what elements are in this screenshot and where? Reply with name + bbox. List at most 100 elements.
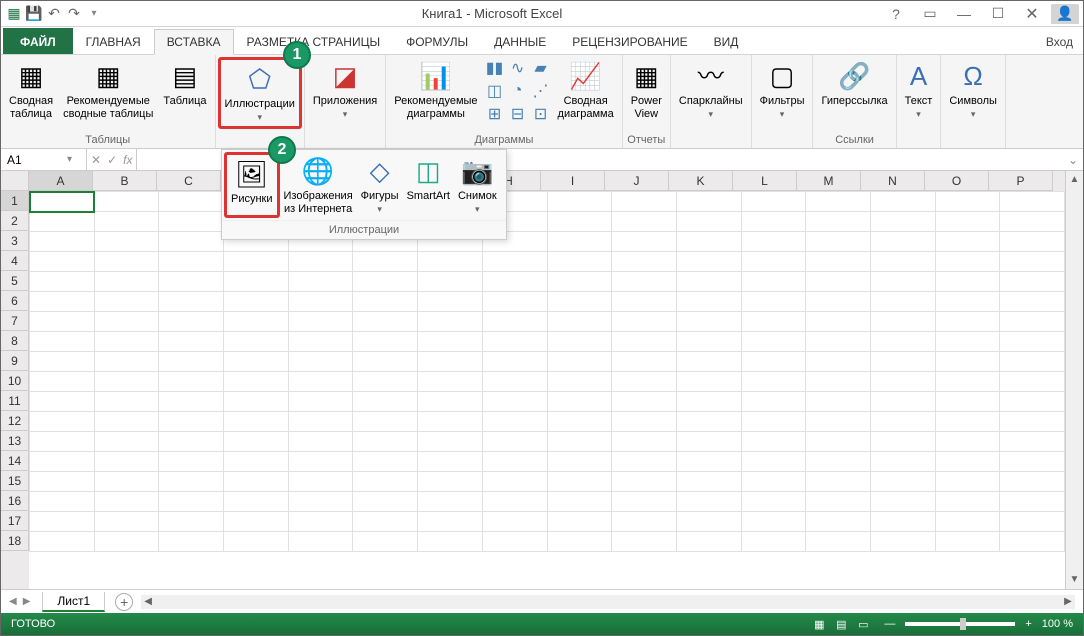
horizontal-scrollbar[interactable]: ◀▶ [141, 595, 1075, 609]
text-button[interactable]: AТекст▾ [901, 57, 937, 129]
row-header-11[interactable]: 11 [1, 391, 29, 411]
scroll-up-icon[interactable]: ▲ [1066, 171, 1083, 189]
sheet-nav[interactable]: ◀▶ [1, 596, 38, 607]
scatter-chart-icon[interactable]: ⋰ [530, 80, 552, 102]
signin-link[interactable]: Вход [1036, 30, 1083, 54]
group-label-reports: Отчеты [627, 132, 666, 148]
ribbon-options-icon[interactable]: ▭ [915, 4, 945, 24]
row-header-1[interactable]: 1 [1, 191, 29, 211]
row-header-14[interactable]: 14 [1, 451, 29, 471]
name-box[interactable]: ▾ [1, 149, 87, 170]
row-header-16[interactable]: 16 [1, 491, 29, 511]
col-header-J[interactable]: J [605, 171, 669, 191]
row-header-6[interactable]: 6 [1, 291, 29, 311]
cells[interactable] [29, 191, 1065, 589]
tab-file[interactable]: ФАЙЛ [3, 28, 73, 54]
row-header-8[interactable]: 8 [1, 331, 29, 351]
online-pictures-button[interactable]: 🌐Изображения из Интернета [280, 152, 357, 218]
row-header-5[interactable]: 5 [1, 271, 29, 291]
sparklines-button[interactable]: 〰Спарклайны▾ [675, 57, 747, 129]
combo-chart-icon[interactable]: ⊟ [507, 103, 529, 125]
tab-data[interactable]: ДАННЫЕ [481, 28, 559, 54]
smartart-button[interactable]: ◫SmartArt [403, 152, 454, 218]
col-header-P[interactable]: P [989, 171, 1053, 191]
column-chart-icon[interactable]: ◫ [484, 80, 506, 102]
maximize-icon[interactable]: ☐ [983, 4, 1013, 24]
row-header-7[interactable]: 7 [1, 311, 29, 331]
symbols-button[interactable]: ΩСимволы▾ [945, 57, 1001, 129]
row-header-17[interactable]: 17 [1, 511, 29, 531]
shapes-icon: ◇ [370, 154, 390, 188]
zoom-level[interactable]: 100 % [1042, 618, 1073, 630]
undo-icon[interactable]: ↶ [45, 5, 63, 23]
row-header-2[interactable]: 2 [1, 211, 29, 231]
tab-review[interactable]: РЕЦЕНЗИРОВАНИЕ [559, 28, 700, 54]
tab-insert[interactable]: ВСТАВКА [154, 29, 234, 55]
vertical-scrollbar[interactable]: ▲ ▼ [1065, 171, 1083, 589]
tab-view[interactable]: ВИД [701, 28, 752, 54]
view-buttons[interactable]: ▦▤▭ [808, 618, 874, 631]
row-header-3[interactable]: 3 [1, 231, 29, 251]
line-chart-icon[interactable]: ∿ [507, 57, 529, 79]
row-header-13[interactable]: 13 [1, 431, 29, 451]
illustrations-button[interactable]: ⬠Иллюстрации▾ [218, 57, 302, 129]
close-icon[interactable]: ✕ [1017, 4, 1047, 24]
sheet-tab-1[interactable]: Лист1 [42, 592, 105, 612]
col-header-M[interactable]: M [797, 171, 861, 191]
tab-formulas[interactable]: ФОРМУЛЫ [393, 28, 481, 54]
fx-icon[interactable]: fx [123, 153, 132, 167]
row-header-4[interactable]: 4 [1, 251, 29, 271]
col-header-N[interactable]: N [861, 171, 925, 191]
ribbon: 1 ▦Сводная таблица ▦Рекомендуемые сводны… [1, 55, 1083, 149]
pivot-table-button[interactable]: ▦Сводная таблица [5, 57, 57, 129]
enter-icon[interactable]: ✓ [107, 153, 117, 167]
chart-gallery[interactable]: ▮▮∿▰ ◫◔⋰ ⊞⊟⊡ [484, 57, 552, 125]
powerview-button[interactable]: ▦Power View [627, 57, 666, 129]
minimize-icon[interactable]: — [949, 4, 979, 24]
filters-button[interactable]: ▢Фильтры▾ [756, 57, 809, 129]
select-all-corner[interactable] [1, 171, 29, 191]
name-box-dropdown-icon[interactable]: ▾ [67, 154, 72, 165]
scroll-down-icon[interactable]: ▼ [1066, 571, 1083, 589]
col-header-B[interactable]: B [93, 171, 157, 191]
zoom-out-icon[interactable]: — [884, 618, 895, 630]
screenshot-button[interactable]: 📷Снимок▾ [454, 152, 501, 218]
col-header-L[interactable]: L [733, 171, 797, 191]
help-icon[interactable]: ? [881, 4, 911, 24]
tab-layout[interactable]: РАЗМЕТКА СТРАНИЦЫ [234, 28, 394, 54]
qat-customize-icon[interactable]: ▾ [85, 5, 103, 23]
name-box-input[interactable] [7, 153, 67, 167]
rec-pivot-button[interactable]: ▦Рекомендуемые сводные таблицы [59, 57, 157, 129]
shapes-button[interactable]: ◇Фигуры▾ [357, 152, 403, 218]
save-icon[interactable]: 💾 [25, 5, 43, 23]
tab-home[interactable]: ГЛАВНАЯ [73, 28, 154, 54]
pie-chart-icon[interactable]: ◔ [507, 80, 529, 102]
row-header-10[interactable]: 10 [1, 371, 29, 391]
table-button[interactable]: ▤Таблица [159, 57, 210, 129]
row-header-12[interactable]: 12 [1, 411, 29, 431]
col-header-A[interactable]: A [29, 171, 93, 191]
zoom-slider[interactable] [905, 622, 1015, 626]
row-header-9[interactable]: 9 [1, 351, 29, 371]
rec-charts-button[interactable]: 📊Рекомендуемые диаграммы [390, 57, 481, 129]
hyperlink-button[interactable]: 🔗Гиперссылка [817, 57, 891, 129]
col-header-C[interactable]: C [157, 171, 221, 191]
cancel-icon[interactable]: ✕ [91, 153, 101, 167]
row-header-15[interactable]: 15 [1, 471, 29, 491]
account-icon[interactable]: 👤 [1051, 4, 1079, 24]
pivot-chart-button[interactable]: 📈Сводная диаграмма [554, 57, 618, 129]
row-header-18[interactable]: 18 [1, 531, 29, 551]
redo-icon[interactable]: ↷ [65, 5, 83, 23]
area-chart-icon[interactable]: ▰ [530, 57, 552, 79]
col-header-O[interactable]: O [925, 171, 989, 191]
col-header-I[interactable]: I [541, 171, 605, 191]
apps-button[interactable]: ◪Приложения▾ [309, 57, 381, 129]
bar-chart-icon[interactable]: ▮▮ [484, 57, 506, 79]
col-header-K[interactable]: K [669, 171, 733, 191]
zoom-in-icon[interactable]: + [1025, 618, 1031, 630]
more-chart-icon[interactable]: ⊡ [530, 103, 552, 125]
pictures-button[interactable]: 🖼Рисунки [224, 152, 280, 218]
formula-expand-icon[interactable]: ⌄ [1063, 149, 1083, 170]
add-sheet-button[interactable]: + [115, 593, 133, 611]
stock-chart-icon[interactable]: ⊞ [484, 103, 506, 125]
